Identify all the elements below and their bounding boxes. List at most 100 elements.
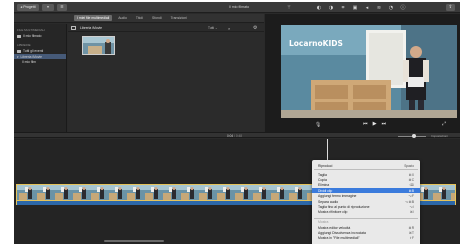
menu-item[interactable]: Mostra editor velocità ⌘R xyxy=(312,225,420,230)
play-icon[interactable]: ▶ xyxy=(373,121,377,128)
speed-icon[interactable]: ◔ xyxy=(388,5,394,11)
browser-title: Libreria iMovie xyxy=(80,26,103,30)
playback-controls: ⏮ ▶ ⏭ xyxy=(363,121,386,128)
share-icon[interactable]: ⇪ xyxy=(446,4,455,11)
menu-item[interactable]: Copia ⌘C xyxy=(312,177,420,182)
menu-item[interactable]: Mostra in "File multimediali" ⇧F xyxy=(312,236,420,241)
clip-filter-select[interactable]: Tutti ⌄ xyxy=(208,26,218,30)
clip-frame-thumbnail xyxy=(197,185,215,200)
sidebar-item-all-events[interactable]: Tutti gli eventi xyxy=(17,49,43,53)
menu-item-label: Aggiungi fermo immagine xyxy=(318,194,357,199)
color-correction-icon[interactable]: ◑ xyxy=(328,5,334,11)
menu-item-label: Taglia xyxy=(318,172,327,177)
clip-frame-thumbnail xyxy=(89,185,107,200)
sidebar-item-label: Il mio filmato xyxy=(23,34,42,38)
menu-item-shortcut: ⌘\ xyxy=(409,210,414,215)
menu-item-shortcut: ⌘B xyxy=(408,188,414,193)
clip-frame-thumbnail xyxy=(53,185,71,200)
menu-separator xyxy=(314,169,418,170)
clip-frame-thumbnail xyxy=(233,185,251,200)
menu-item[interactable]: Taglia ⌘X xyxy=(312,172,420,177)
sidebar-item-label: Libreria iMovie xyxy=(20,54,42,59)
tab-audio[interactable]: Audio xyxy=(115,15,130,21)
events-icon xyxy=(17,49,21,53)
projects-back-button[interactable]: ◂ Progetti xyxy=(17,4,39,11)
menu-item-label: Aggiungi Dissolvenza incrociata xyxy=(318,230,366,235)
menu-item[interactable]: Dividi clip ⌘B xyxy=(312,188,420,194)
menu-item-shortcut: ⌘C xyxy=(408,177,415,182)
section-header-project-media: FILE MULTIMEDIALI xyxy=(17,28,45,32)
fullscreen-icon[interactable]: ⤢ xyxy=(442,121,446,127)
timeline-scrollbar[interactable] xyxy=(104,240,164,242)
menu-item[interactable]: Aggiungi Dissolvenza incrociata ⌘T xyxy=(312,230,420,235)
video-preview[interactable]: LocarnoKIDS xyxy=(281,25,457,118)
menu-item-shortcut: Spazio xyxy=(404,163,414,168)
noise-reduction-icon[interactable]: ≋ xyxy=(376,5,382,11)
menu-item-play[interactable]: Riproduci Spazio xyxy=(312,163,420,168)
clip-frame-thumbnail xyxy=(251,185,269,200)
menu-item-shortcut: ⌥F xyxy=(408,194,414,199)
menu-item-shortcut: ⌥⌘B xyxy=(405,199,414,204)
libraries-sidebar: FILE MULTIMEDIALI Il mio filmato LIBRERI… xyxy=(14,24,67,132)
sidebar-item-project[interactable]: Il mio filmato xyxy=(17,34,42,38)
info-icon[interactable]: ⓘ xyxy=(400,5,406,11)
imovie-window: ◂ Progetti ▾ ☰ Il mio filmato ⚚ ◐ ◑ ⌗ ▣ … xyxy=(14,2,460,244)
video-logo-text: LocarnoKIDS xyxy=(289,39,343,48)
sidebar-toggle-icon[interactable] xyxy=(71,26,76,30)
stabilization-icon[interactable]: ▣ xyxy=(352,5,358,11)
crop-icon[interactable]: ⌗ xyxy=(340,5,346,11)
timecode-total: / 0:48 xyxy=(234,133,243,138)
microphone-icon[interactable]: 🎙 xyxy=(315,122,321,128)
browser-header: Libreria iMovie Tutti ⌄ ⌕ ⚙ xyxy=(68,24,264,32)
menu-item[interactable]: Elimina ⌫ xyxy=(312,183,420,188)
clip-frame-thumbnail xyxy=(287,185,305,200)
tab-my-media[interactable]: I miei file multimediali xyxy=(74,15,113,21)
library-toggle-button[interactable]: ☰ xyxy=(57,4,67,11)
volume-icon[interactable]: ◂ xyxy=(364,5,370,11)
menu-item-label: Mostra rifinitore clip xyxy=(318,210,348,215)
menu-item[interactable]: Separa audio ⌥⌘B xyxy=(312,199,420,204)
clip-thumbnail[interactable] xyxy=(82,36,115,55)
viewer: LocarnoKIDS 🎙 ⏮ ▶ ⏭ ⤢ xyxy=(265,14,460,132)
menu-item-shortcut: ⇧F xyxy=(409,236,414,241)
tab-titles[interactable]: Titoli xyxy=(133,15,146,21)
clip-frame-thumbnail xyxy=(161,185,179,200)
menu-item-label: Mostra editor velocità xyxy=(318,225,351,230)
media-tab-bar: I miei file multimediali Audio Titoli Sf… xyxy=(14,14,264,23)
toolbar: ◂ Progetti ▾ ☰ Il mio filmato ⚚ ◐ ◑ ⌗ ▣ … xyxy=(14,2,460,13)
menu-item-label: Separa audio xyxy=(318,199,339,204)
menu-item[interactable]: Mostra rifinitore clip ⌘\ xyxy=(312,210,420,215)
search-icon[interactable]: ⌕ xyxy=(228,26,230,31)
clip-context-menu: Riproduci Spazio Taglia ⌘X Copia ⌘C Elimina ⌫… xyxy=(312,160,420,244)
clip-frame-thumbnail xyxy=(449,185,455,200)
menu-item[interactable]: Aggiungi fermo immagine ⌥F xyxy=(312,194,420,199)
import-button[interactable]: ▾ xyxy=(42,4,54,11)
color-balance-icon[interactable]: ◐ xyxy=(316,5,322,11)
clip-frame-thumbnail xyxy=(107,185,125,200)
clip-frame-thumbnail xyxy=(431,185,449,200)
menu-item-label: Taglia fino al punto di riproduzione xyxy=(318,204,370,209)
settings-button[interactable]: Impostazioni xyxy=(431,134,448,138)
menu-section-label: Mostra xyxy=(312,219,420,224)
skip-forward-icon[interactable]: ⏭ xyxy=(382,121,387,128)
media-browser: Libreria iMovie Tutti ⌄ ⌕ ⚙ xyxy=(68,24,264,132)
menu-item-label: Dividi clip xyxy=(318,188,333,193)
wand-icon[interactable]: ⚚ xyxy=(286,5,292,11)
zoom-slider-knob[interactable] xyxy=(412,134,416,138)
clip-frame-thumbnail xyxy=(35,185,53,200)
menu-item-label: Mostra in "File multimediali" xyxy=(318,236,360,241)
film-icon xyxy=(17,34,21,38)
clip-frame-thumbnail xyxy=(143,185,161,200)
menu-item-shortcut: ⌥/ xyxy=(409,204,414,209)
gear-icon[interactable]: ⚙ xyxy=(253,25,257,31)
clip-thumbnail-image xyxy=(83,37,114,54)
sidebar-item-label: Il mio film xyxy=(22,60,36,64)
tab-transitions[interactable]: Transizioni xyxy=(168,15,190,21)
skip-back-icon[interactable]: ⏮ xyxy=(363,121,368,128)
sidebar-item-event[interactable]: Il mio film xyxy=(22,60,36,64)
tab-backgrounds[interactable]: Sfondi xyxy=(149,15,165,21)
sidebar-item-imovie-library[interactable]: ▾ Libreria iMovie xyxy=(14,54,66,59)
clip-frame-thumbnail xyxy=(17,185,35,200)
menu-item[interactable]: Taglia fino al punto di riproduzione ⌥/ xyxy=(312,204,420,209)
disclosure-triangle-icon[interactable]: ▾ xyxy=(17,55,19,59)
